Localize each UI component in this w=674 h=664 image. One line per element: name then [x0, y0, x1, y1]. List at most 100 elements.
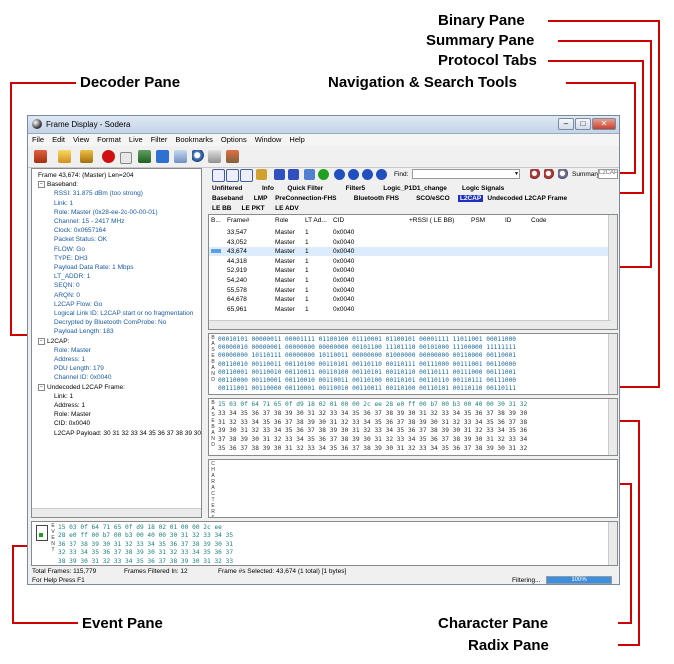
- decoder-row[interactable]: Channel: 15 - 2417 MHz: [54, 218, 124, 226]
- protocol-tab[interactable]: Logic_P1D1_change: [383, 185, 447, 192]
- summary-vertical-scrollbar[interactable]: [608, 215, 617, 329]
- decoder-row[interactable]: CID: 0x0040: [54, 420, 90, 428]
- protocol-tab[interactable]: Logic Signals: [462, 185, 504, 192]
- maximize-button[interactable]: □: [575, 118, 591, 130]
- last-frame-icon[interactable]: [376, 169, 387, 180]
- table-cell[interactable]: 43,052: [227, 239, 247, 246]
- protocol-tab[interactable]: LE ADV: [275, 205, 299, 212]
- table-cell[interactable]: 1: [305, 277, 309, 284]
- save-icon[interactable]: [138, 150, 151, 163]
- decoder-row[interactable]: Link: 1: [54, 200, 73, 208]
- protocol-tab[interactable]: LE BB: [212, 205, 232, 212]
- blue-square-icon[interactable]: [156, 150, 169, 163]
- protocol-tab[interactable]: Filter5: [346, 185, 366, 192]
- table-cell[interactable]: 33,547: [227, 229, 247, 236]
- protocol-tab[interactable]: Bluetooth FHS: [354, 195, 399, 202]
- protocol-tab[interactable]: Info: [262, 185, 274, 192]
- decoder-row[interactable]: Role: Master: [54, 411, 91, 419]
- decoder-row[interactable]: Logical Link ID: L2CAP start or no fragm…: [54, 310, 193, 318]
- find-previous-icon[interactable]: [544, 169, 555, 180]
- decoder-row[interactable]: ARQN: 0: [54, 292, 80, 300]
- decoder-row[interactable]: PDU Length: 179: [54, 365, 104, 373]
- protocol-tab[interactable]: LMP: [254, 195, 268, 202]
- filter-clear-icon[interactable]: [288, 169, 299, 180]
- layout-split-icon[interactable]: [226, 169, 239, 182]
- decoder-row[interactable]: Address: 1: [54, 402, 85, 410]
- decoder-row[interactable]: Channel ID: 0x0040: [54, 374, 111, 382]
- protocol-tab[interactable]: SCO/eSCO: [416, 195, 450, 202]
- previous-frame-icon[interactable]: [348, 169, 359, 180]
- table-cell[interactable]: 64,678: [227, 296, 247, 303]
- table-cell[interactable]: 1: [305, 287, 309, 294]
- column-header[interactable]: +RSSI ( LE BB): [409, 217, 454, 224]
- protocol-tab[interactable]: Undecoded L2CAP Frame: [487, 195, 567, 202]
- decoder-row[interactable]: − Baseband:: [38, 181, 78, 189]
- radix-line[interactable]: 35 36 37 38 39 30 31 32 33 34 35 36 37 3…: [218, 445, 527, 452]
- find-next-icon[interactable]: [530, 169, 541, 180]
- binary-line[interactable]: 00000000 10110111 00000000 10110011 0000…: [218, 352, 516, 359]
- table-cell[interactable]: 0x0040: [333, 306, 354, 313]
- table-cell[interactable]: Master: [275, 248, 295, 255]
- decoder-row[interactable]: L2CAP Payload: 30 31 32 33 34 35 36 37 3…: [54, 430, 201, 438]
- menu-options[interactable]: Options: [217, 134, 251, 144]
- decoder-row[interactable]: Payload Length: 183: [54, 328, 114, 336]
- event-line[interactable]: 36 37 38 39 30 31 32 33 34 35 36 37 38 3…: [58, 541, 233, 548]
- table-cell[interactable]: Master: [275, 258, 295, 265]
- table-cell[interactable]: 0x0040: [333, 287, 354, 294]
- table-cell[interactable]: 0x0040: [333, 296, 354, 303]
- table-cell[interactable]: 1: [305, 248, 309, 255]
- protocol-tab[interactable]: PreConnection-FHS: [275, 195, 336, 202]
- table-cell[interactable]: 0x0040: [333, 258, 354, 265]
- refresh-icon[interactable]: [318, 169, 329, 180]
- table-cell[interactable]: 1: [305, 267, 309, 274]
- layout-icon[interactable]: [212, 169, 225, 182]
- decoder-row[interactable]: FLOW: Go: [54, 246, 85, 254]
- decoder-row[interactable]: Decrypted by Bluetooth ComProbe: No: [54, 319, 166, 327]
- record-icon[interactable]: [102, 150, 115, 163]
- tree-expander-icon[interactable]: −: [38, 383, 45, 391]
- table-cell[interactable]: 52,919: [227, 267, 247, 274]
- table-cell[interactable]: Master: [275, 306, 295, 313]
- decoder-row[interactable]: Payload Data Rate: 1 Mbps: [54, 264, 134, 272]
- table-cell[interactable]: 55,578: [227, 287, 247, 294]
- find-input[interactable]: [412, 169, 520, 179]
- protocol-tab[interactable]: Unfiltered: [212, 185, 242, 192]
- radix-vertical-scrollbar[interactable]: [608, 399, 617, 455]
- filter-icon[interactable]: [174, 150, 187, 163]
- lock-icon[interactable]: [256, 169, 267, 180]
- list-icon[interactable]: [240, 169, 253, 182]
- menu-edit[interactable]: Edit: [48, 134, 69, 144]
- protocol-tab[interactable]: Quick Filter: [287, 185, 323, 192]
- stats-icon[interactable]: [226, 150, 239, 163]
- column-header[interactable]: Code: [531, 217, 547, 224]
- tree-expander-icon[interactable]: −: [38, 337, 45, 345]
- radix-line[interactable]: 39 30 31 32 33 34 35 36 37 38 39 30 31 3…: [218, 427, 527, 434]
- column-header[interactable]: Frame#: [227, 217, 249, 224]
- binary-line[interactable]: 00110010 00110011 00110100 00110101 0011…: [218, 361, 516, 368]
- search-icon[interactable]: [192, 150, 205, 163]
- table-cell[interactable]: 1: [305, 239, 309, 246]
- filter-apply-icon[interactable]: [274, 169, 285, 180]
- table-cell[interactable]: 1: [305, 306, 309, 313]
- column-header[interactable]: LT Ad...: [305, 217, 327, 224]
- find-dropdown-icon[interactable]: ▼: [514, 171, 519, 177]
- table-cell[interactable]: Master: [275, 239, 295, 246]
- menu-filter[interactable]: Filter: [147, 134, 172, 144]
- open-folder-icon[interactable]: [58, 150, 71, 163]
- table-cell[interactable]: 0x0040: [333, 267, 354, 274]
- decoder-row[interactable]: Role: Master: [54, 347, 91, 355]
- home-icon[interactable]: [34, 150, 47, 163]
- decoder-row[interactable]: Address: 1: [54, 356, 85, 364]
- column-header[interactable]: B...: [211, 217, 221, 224]
- table-cell[interactable]: Master: [275, 277, 295, 284]
- find-clear-icon[interactable]: [558, 169, 569, 180]
- table-cell[interactable]: Master: [275, 287, 295, 294]
- event-line[interactable]: 38 39 30 31 32 33 34 35 36 37 38 39 30 3…: [58, 558, 233, 565]
- table-cell[interactable]: Master: [275, 267, 295, 274]
- decoder-row[interactable]: L2CAP Flow: Go: [54, 301, 102, 309]
- column-header[interactable]: Role: [275, 217, 288, 224]
- summary-select[interactable]: L2CAP: [598, 169, 618, 179]
- minimize-button[interactable]: –: [558, 118, 574, 130]
- binary-line[interactable]: 00110000 00110001 00110010 00110011 0011…: [218, 377, 516, 384]
- event-line[interactable]: 28 e0 ff 00 b7 00 b3 00 40 00 30 31 32 3…: [58, 532, 233, 539]
